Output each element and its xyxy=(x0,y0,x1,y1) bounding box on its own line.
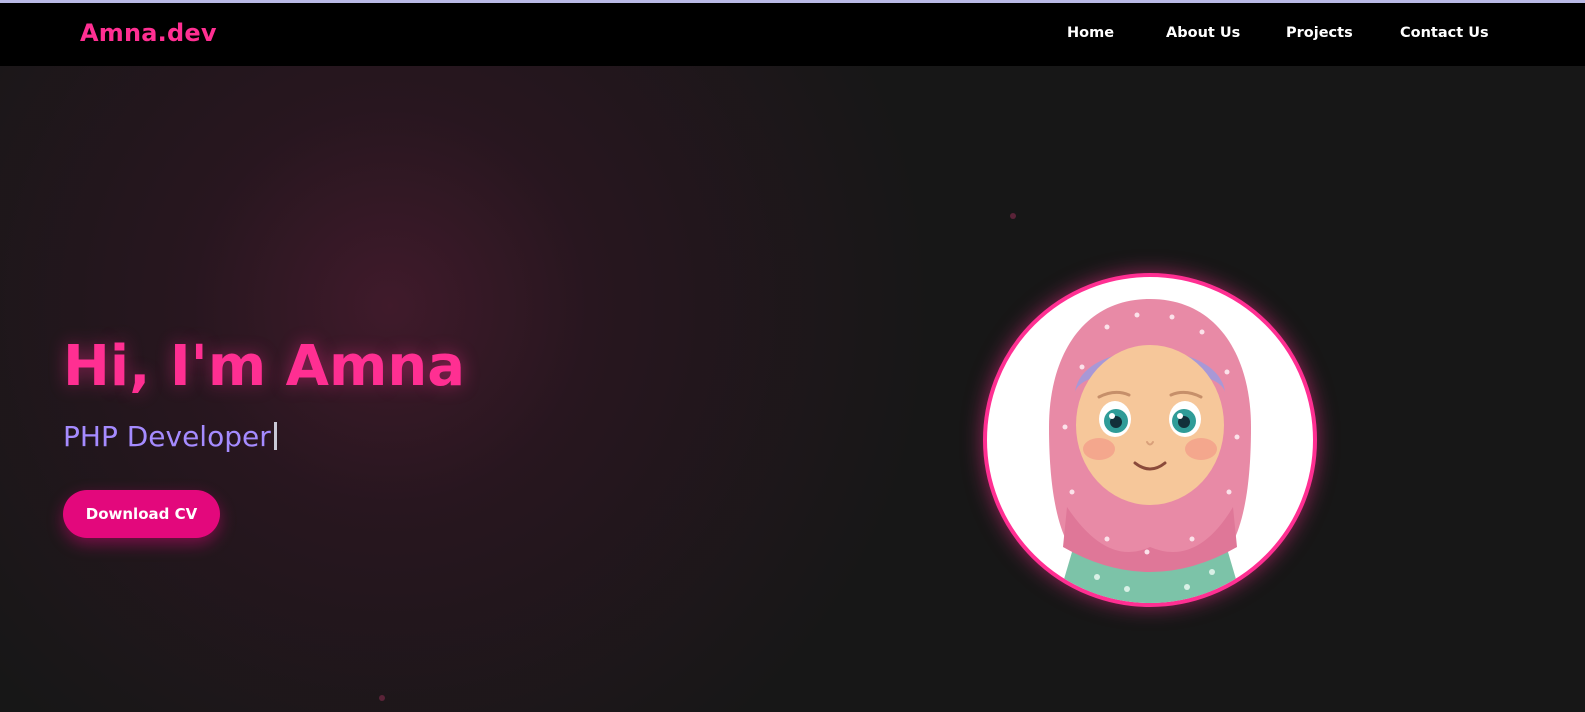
site-logo[interactable]: Amna.dev xyxy=(80,19,217,47)
hero-subtitle: PHP Developer xyxy=(63,420,277,454)
hero-title: Hi, I'm Amna xyxy=(63,334,466,399)
hero-section: Hi, I'm Amna PHP Developer Download CV xyxy=(0,66,1585,712)
nav-link-about-us[interactable]: About Us xyxy=(1166,25,1240,41)
nav-link-contact-us[interactable]: Contact Us xyxy=(1400,25,1489,41)
download-cv-button[interactable]: Download CV xyxy=(63,490,220,538)
nav-link-home[interactable]: Home xyxy=(1067,25,1114,41)
decorative-particle xyxy=(379,695,385,701)
nav-link-projects[interactable]: Projects xyxy=(1286,25,1353,41)
navbar: Amna.dev Home About Us Projects Contact … xyxy=(0,3,1585,66)
decorative-particle xyxy=(1010,213,1016,219)
profile-avatar xyxy=(983,273,1317,607)
typing-cursor xyxy=(273,422,277,450)
typed-role-text: PHP Developer xyxy=(63,420,271,453)
girl-in-hijab-icon xyxy=(1049,299,1251,603)
